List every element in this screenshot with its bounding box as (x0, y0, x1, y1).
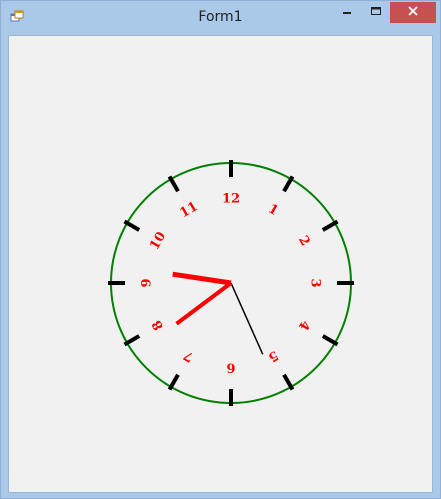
clock-numeral-10: 10 (147, 229, 169, 252)
clock-numeral-3: 3 (308, 278, 323, 287)
hour-tick-11 (167, 175, 180, 193)
analog-clock: 12 12 3 45 6 78 9 10 11 (108, 160, 354, 406)
maximize-button[interactable] (363, 2, 389, 23)
close-button[interactable] (390, 2, 436, 23)
hour-tick-5 (282, 373, 295, 391)
app-window: Form1 12 1 2 3 4 5 6 7 8 9 10 11 (0, 0, 441, 499)
clock-numeral-2: 2 (295, 233, 313, 248)
hour-hand (175, 281, 233, 326)
minute-hand (172, 271, 232, 286)
clock-numeral-4: 4 (295, 317, 313, 332)
hour-tick-2 (321, 219, 339, 232)
clock-numeral-8: 8 (149, 317, 167, 332)
hour-tick-1 (282, 175, 295, 193)
clock-numeral-9: 9 (140, 278, 155, 287)
clock-numeral-1: 1 (265, 201, 280, 219)
close-icon (407, 4, 419, 22)
clock-numeral-7: 7 (181, 347, 196, 365)
clock-numeral-6: 6 (226, 360, 235, 375)
form-client-area: 12 1 2 3 4 5 6 7 8 9 10 11 (8, 35, 433, 493)
maximize-icon (370, 4, 382, 22)
hour-tick-8 (123, 334, 141, 347)
minimize-button[interactable] (334, 2, 360, 23)
hour-tick-4 (321, 334, 339, 347)
hour-tick-10 (123, 219, 141, 232)
clock-numeral-5: 5 (265, 347, 280, 365)
hour-tick-7 (167, 373, 180, 391)
clock-numeral-12: 12 (222, 192, 240, 207)
title-bar[interactable]: Form1 (1, 1, 440, 34)
second-hand (230, 282, 264, 355)
clock-numeral-11: 11 (177, 199, 200, 221)
minimize-icon (341, 4, 353, 22)
